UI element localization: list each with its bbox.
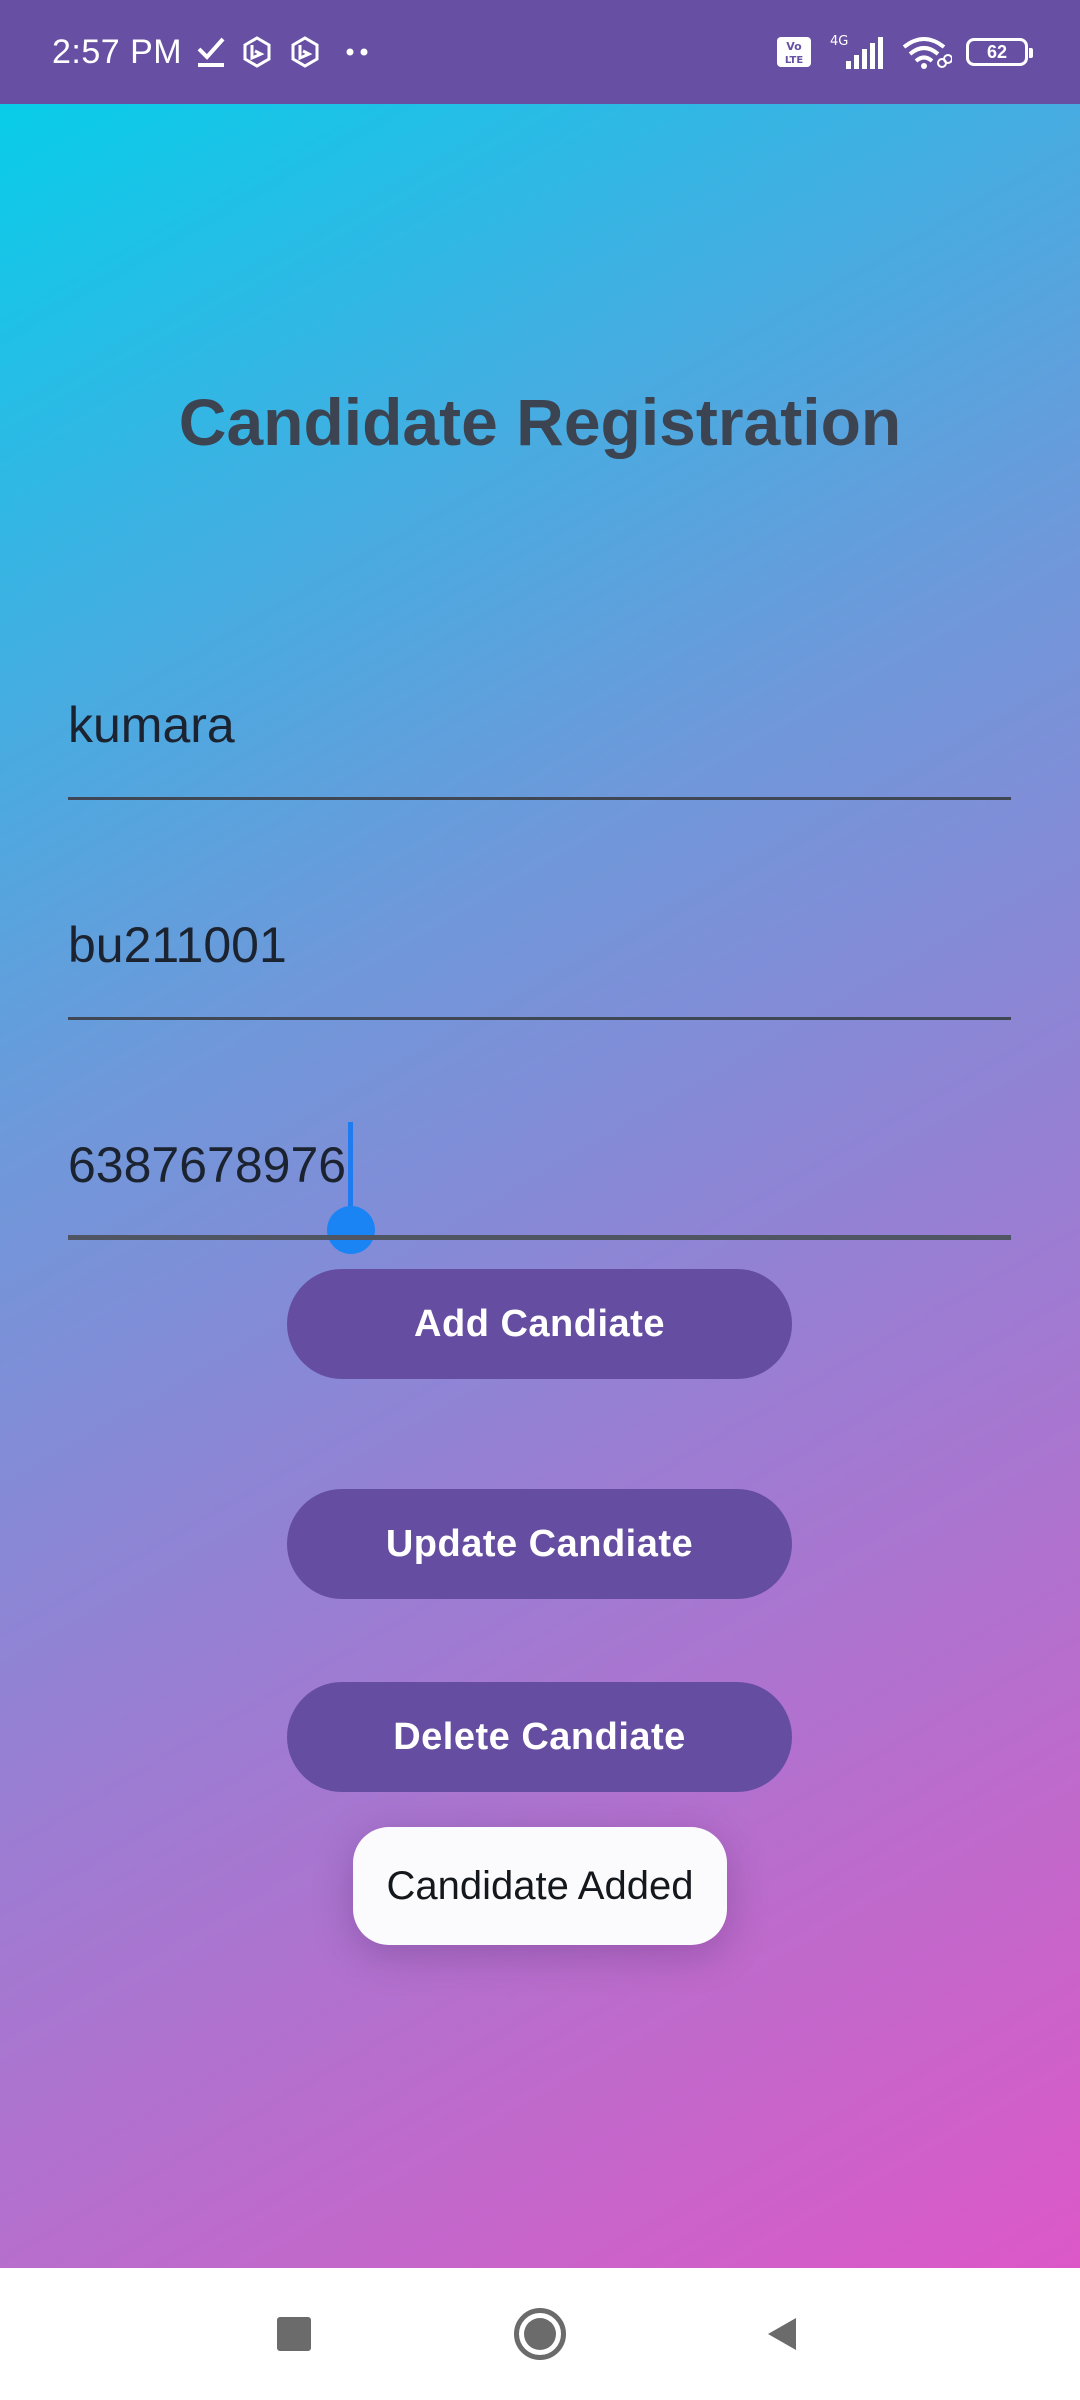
phone-number-input[interactable]: 6387678976 (68, 1130, 346, 1200)
status-right: Vo LTE 4G 62 (776, 0, 1033, 104)
update-candidate-button[interactable]: Update Candiate (287, 1489, 792, 1599)
svg-text:Vo: Vo (786, 40, 802, 53)
candidate-name-field[interactable]: kumara (68, 574, 1011, 800)
app-notification-icon (240, 35, 274, 69)
toast-message: Candidate Added (353, 1827, 727, 1945)
status-time: 2:57 PM (52, 32, 183, 71)
register-number-field[interactable]: bu211001 (68, 794, 1011, 1020)
back-button[interactable] (716, 2268, 848, 2400)
recents-button[interactable] (228, 2268, 360, 2400)
phone-number-field[interactable]: 6387678976 (68, 1014, 1011, 1254)
back-triangle-icon (768, 2318, 796, 2350)
svg-text:LTE: LTE (785, 55, 804, 66)
main-content: Candidate Registration kumara bu211001 6… (0, 104, 1080, 2268)
battery-level: 62 (986, 41, 1008, 62)
wifi-icon (900, 33, 952, 71)
navigation-bar (0, 2268, 1080, 2400)
page-title: Candidate Registration (178, 385, 902, 459)
signal-icon: 4G (826, 33, 886, 71)
toast-text: Candidate Added (386, 1863, 694, 1908)
add-candidate-button[interactable]: Add Candiate (287, 1269, 792, 1379)
cursor-handle[interactable] (327, 1206, 375, 1254)
network-type-label: 4G (830, 34, 848, 49)
battery-icon: 62 (966, 38, 1033, 66)
check-icon (196, 35, 226, 69)
recents-square-icon (277, 2317, 311, 2351)
more-dots-icon (336, 35, 376, 69)
register-number-input[interactable]: bu211001 (68, 910, 287, 980)
candidate-name-input[interactable]: kumara (68, 690, 235, 760)
volte-icon: Vo LTE (776, 35, 812, 69)
home-button[interactable] (474, 2268, 606, 2400)
phone-field-underline (68, 1235, 1011, 1240)
status-left: 2:57 PM (52, 0, 376, 104)
delete-candidate-button[interactable]: Delete Candiate (287, 1682, 792, 1792)
status-bar: 2:57 PM Vo LTE 4G 62 (0, 0, 1080, 104)
home-circle-icon (514, 2308, 566, 2360)
app-notification-icon (288, 35, 322, 69)
